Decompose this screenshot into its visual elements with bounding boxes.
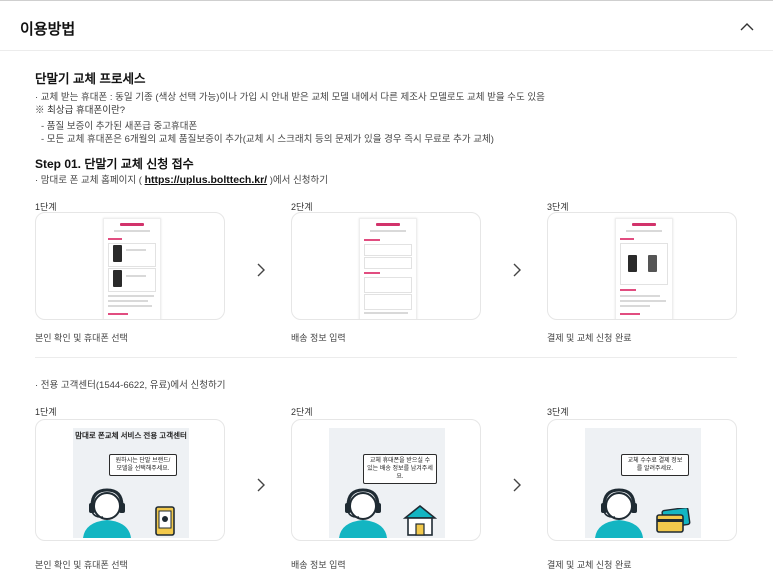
call-stage-1-label: 1단계: [35, 407, 57, 417]
call-illustration-3: 교체 수수료 결제 정보를 알려주세요.: [585, 428, 701, 538]
call-stage-1-card: 맘대로 폰교체 서비스 전용 고객센터 원하시는 단말 브랜드/모델을 선택해주…: [35, 419, 225, 541]
call-center-line: · 전용 고객센터(1544-6622, 유료)에서 신청하기: [35, 380, 226, 391]
speech-bubble: 교체 휴대폰을 받으실 수 있는 배송 정보를 남겨주세요.: [363, 454, 437, 484]
call-panel-title: 맘대로 폰교체 서비스 전용 고객센터: [75, 431, 187, 440]
step1-title: Step 01. 단말기 교체 신청 접수: [35, 157, 194, 171]
credit-card-icon: [656, 508, 691, 533]
web-stage-1-card: [35, 212, 225, 320]
call-stage-3-card: 교체 수수료 결제 정보를 알려주세요.: [547, 419, 737, 541]
house-icon: [403, 504, 437, 536]
smartphone-icon: [155, 506, 175, 536]
web-stage-3-caption: 결제 및 교체 신청 완료: [547, 333, 632, 343]
chevron-up-icon[interactable]: [739, 19, 755, 35]
intro-sub-2: - 모든 교체 휴대폰은 6개월의 교체 품질보증이 추가(교체 시 스크래치 …: [41, 134, 494, 145]
agent-headset-icon: [339, 488, 387, 538]
call-stage-2-label: 2단계: [291, 407, 313, 417]
web-stage-2-caption: 배송 정보 입력: [291, 333, 346, 343]
agent-headset-icon: [83, 488, 131, 538]
chevron-right-icon: [257, 478, 265, 492]
call-stage-2-card: 교체 휴대폰을 받으실 수 있는 배송 정보를 남겨주세요.: [291, 419, 481, 541]
intro-note: ※ 최상급 휴대폰이란?: [35, 105, 125, 116]
step1-line-prefix: · 맘대로 폰 교체 홈페이지 (: [35, 175, 145, 186]
step1-line: · 맘대로 폰 교체 홈페이지 ( https://uplus.bolttech…: [35, 172, 328, 186]
call-stage-1-caption: 본인 확인 및 휴대폰 선택: [35, 560, 128, 570]
intro-title: 단말기 교체 프로세스: [35, 72, 146, 86]
call-stage-2-caption: 배송 정보 입력: [291, 560, 346, 570]
web-stage-1-caption: 본인 확인 및 휴대폰 선택: [35, 333, 128, 343]
phone-screen-2: [359, 218, 417, 319]
speech-bubble: 교체 수수료 결제 정보를 알려주세요.: [621, 454, 689, 476]
intro-section: 단말기 교체 프로세스 · 교체 받는 휴대폰 : 동일 기종 (색상 선택 가…: [35, 68, 740, 146]
call-stage-3-label: 3단계: [547, 407, 569, 417]
accordion-title: 이용방법: [20, 21, 76, 38]
web-stage-3-card: [547, 212, 737, 320]
agent-headset-icon: [595, 488, 643, 538]
call-stage-3-caption: 결제 및 교체 신청 완료: [547, 560, 632, 570]
step1-line-suffix: )에서 신청하기: [267, 175, 328, 186]
intro-sub-1: - 품질 보증이 추가된 새폰급 중고휴대폰: [41, 121, 198, 132]
call-illustration-1: 맘대로 폰교체 서비스 전용 고객센터 원하시는 단말 브랜드/모델을 선택해주…: [73, 428, 189, 538]
accordion-header[interactable]: 이용방법: [0, 0, 773, 51]
chevron-right-icon: [513, 263, 521, 277]
speech-bubble: 원하시는 단말 브랜드/모델을 선택해주세요.: [109, 454, 177, 476]
intro-line: · 교체 받는 휴대폰 : 동일 기종 (색상 선택 가능)이나 가입 시 안내…: [35, 92, 545, 103]
web-stage-2-card: [291, 212, 481, 320]
phone-screen-1: [103, 218, 161, 319]
usage-guide-page: 이용방법 단말기 교체 프로세스 · 교체 받는 휴대폰 : 동일 기종 (색상…: [0, 0, 773, 575]
call-illustration-2: 교체 휴대폰을 받으실 수 있는 배송 정보를 남겨주세요.: [329, 428, 445, 538]
section-divider: [35, 357, 737, 358]
chevron-right-icon: [513, 478, 521, 492]
homepage-link[interactable]: https://uplus.bolttech.kr/: [145, 174, 268, 186]
chevron-right-icon: [257, 263, 265, 277]
phone-screen-3: [615, 218, 673, 319]
